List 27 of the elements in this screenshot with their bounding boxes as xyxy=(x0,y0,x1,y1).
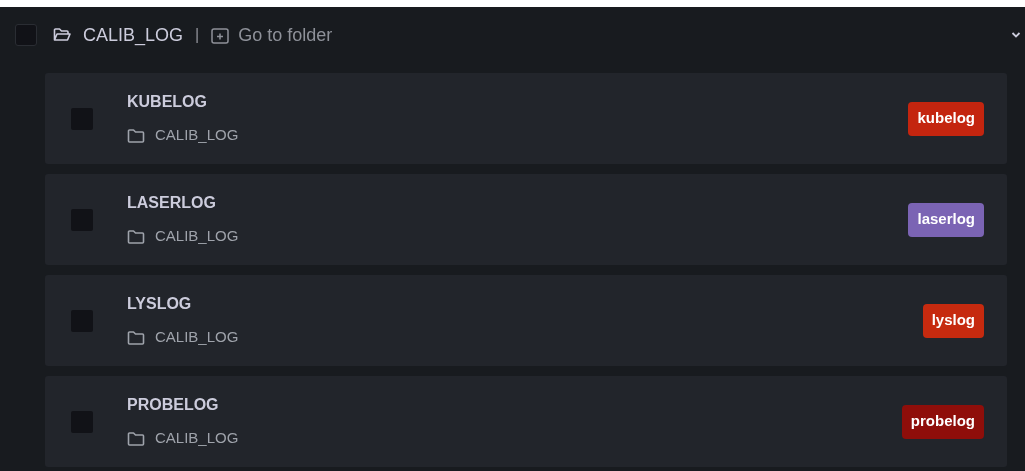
list-item[interactable]: LASERLOG CALIB_LOG laserlog xyxy=(45,174,1007,265)
folder-plus-icon xyxy=(211,26,230,44)
item-location: CALIB_LOG xyxy=(155,125,239,146)
folder-icon xyxy=(53,27,71,43)
folder-icon xyxy=(127,329,145,346)
folder-icon xyxy=(127,430,145,447)
item-location: CALIB_LOG xyxy=(155,226,239,247)
tag: lyslog xyxy=(922,303,984,338)
list-item[interactable]: PROBELOG CALIB_LOG probelog xyxy=(45,376,1007,467)
go-to-folder-link[interactable]: Go to folder xyxy=(211,21,333,49)
folder-icon xyxy=(127,228,145,245)
list-item[interactable]: KUBELOG CALIB_LOG kubelog xyxy=(45,73,1007,164)
item-title: LYSLOG xyxy=(127,294,193,315)
item-location: CALIB_LOG xyxy=(155,327,239,348)
item-title: KUBELOG xyxy=(127,92,208,113)
tag: probelog xyxy=(901,404,984,439)
item-title: LASERLOG xyxy=(127,193,217,214)
tag: kubelog xyxy=(908,101,984,136)
folder-name: CALIB_LOG xyxy=(83,23,184,48)
list-item[interactable]: LYSLOG CALIB_LOG lyslog xyxy=(45,275,1007,366)
select-all-checkbox[interactable] xyxy=(15,24,37,46)
tag: laserlog xyxy=(908,202,984,237)
chevron-icon[interactable] xyxy=(1011,31,1021,39)
item-title: PROBELOG xyxy=(127,395,220,416)
item-location: CALIB_LOG xyxy=(155,428,239,449)
separator: | xyxy=(195,25,200,45)
folder-icon xyxy=(127,127,145,144)
